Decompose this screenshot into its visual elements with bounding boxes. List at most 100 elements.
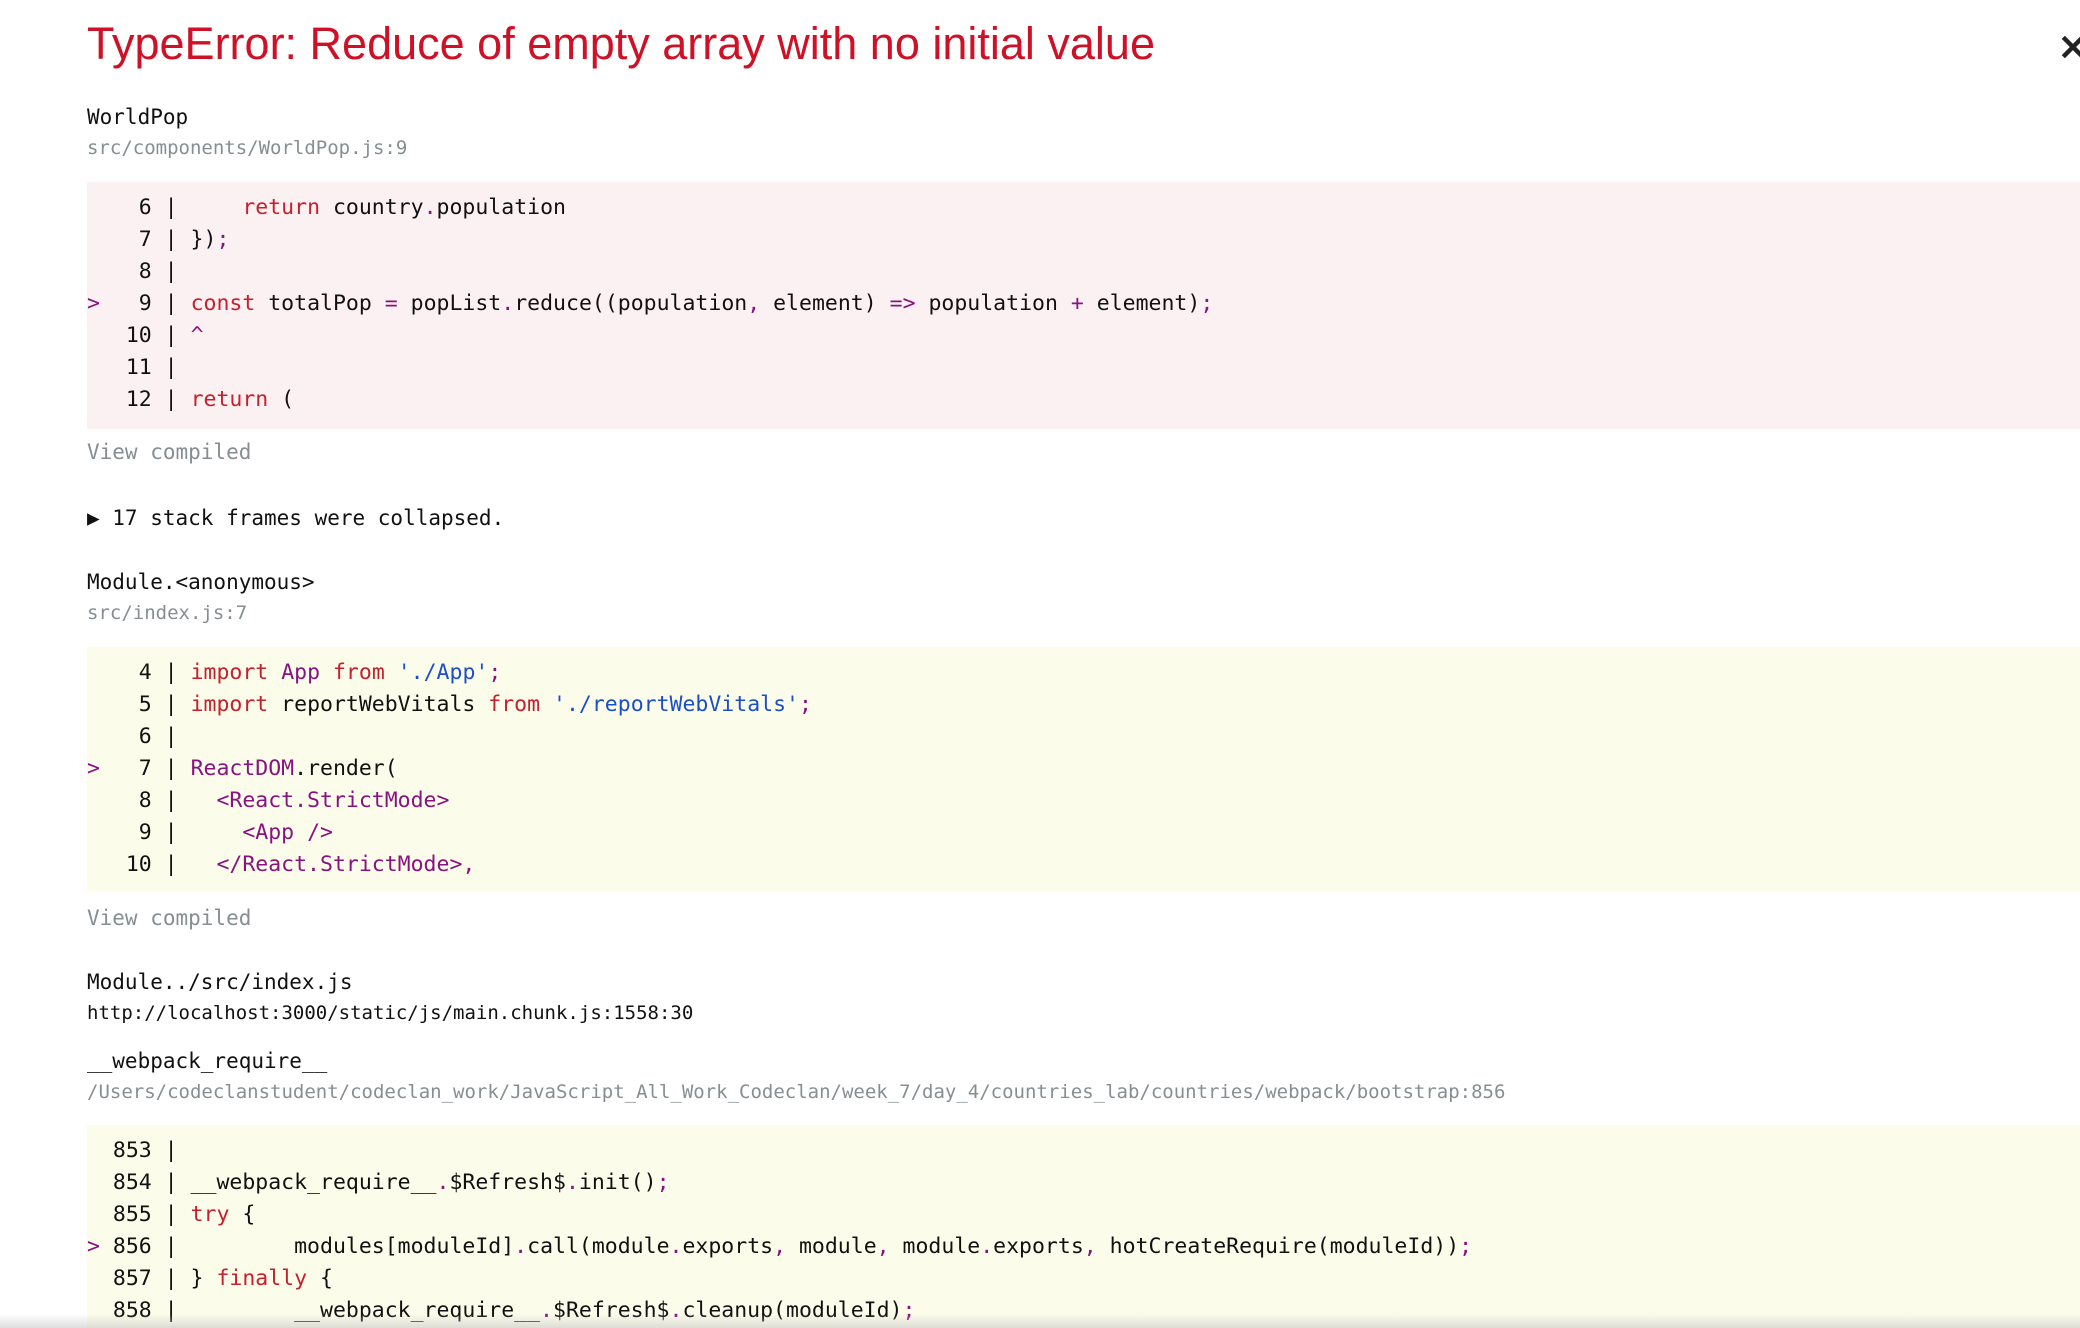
code-token: , (747, 291, 761, 316)
code-token: > (87, 291, 100, 316)
code-token: return (242, 195, 321, 220)
code-token: . (294, 756, 308, 781)
code-line: 11 | (87, 352, 2080, 384)
code-line: 6 | return country.population (87, 192, 2080, 224)
code-token: => (889, 291, 916, 316)
code-token: </React.StrictMode>, (216, 852, 476, 877)
code-token: call(module (527, 1234, 670, 1259)
code-token: module (786, 1234, 877, 1259)
code-token: > (87, 756, 100, 781)
code-token: <App /> (242, 820, 333, 845)
code-token: ; (1459, 1234, 1473, 1259)
code-token: reduce((population (514, 291, 748, 316)
code-token: const (190, 291, 256, 316)
code-line: 10 | ^ (87, 320, 2080, 352)
code-token: popList (397, 291, 502, 316)
code-line: 4 | import App from './App'; (87, 657, 2080, 689)
code-token: ; (798, 692, 812, 717)
code-token: <React.StrictMode> (216, 788, 450, 813)
code-token: ; (656, 1170, 670, 1195)
stack-frame-file-location[interactable]: src/index.js:7 (87, 602, 247, 624)
code-token: population (915, 291, 1071, 316)
code-token: init() (578, 1170, 657, 1195)
code-token: 4 | (87, 660, 191, 685)
code-lines: 853 | 854 | __webpack_require__.$Refresh… (87, 1135, 2080, 1327)
code-token: import (190, 660, 269, 685)
code-token: 8 | (87, 788, 217, 813)
code-snippet-context: 4 | import App from './App'; 5 | import … (87, 647, 2080, 891)
code-line: > 7 | ReactDOM.render( (87, 753, 2080, 785)
code-token: exports (993, 1234, 1084, 1259)
stack-frame-file-location[interactable]: http://localhost:3000/static/js/main.chu… (87, 1002, 693, 1024)
code-token: 6 | (87, 724, 178, 749)
code-token: $Refresh$ (449, 1170, 566, 1195)
error-overlay: TypeError: Reduce of empty array with no… (0, 0, 2080, 1328)
code-token: ; (1200, 291, 1214, 316)
code-line: 855 | try { (87, 1199, 2080, 1231)
code-token: country (320, 195, 424, 220)
code-line: 5 | import reportWebVitals from './repor… (87, 689, 2080, 721)
code-token: ; (216, 227, 230, 252)
code-token: from (488, 692, 541, 717)
code-token: element) (1083, 291, 1201, 316)
code-token: finally (216, 1266, 308, 1291)
stack-frame-file-location[interactable]: /Users/codeclanstudent/codeclan_work/Jav… (87, 1081, 1505, 1103)
code-line: > 856 | modules[moduleId].call(module.ex… (87, 1231, 2080, 1263)
code-token: 10 | (87, 852, 217, 877)
code-lines: 4 | import App from './App'; 5 | import … (87, 657, 2080, 881)
code-token: > (87, 1234, 100, 1259)
code-token: 9 | (87, 820, 243, 845)
code-token: . (980, 1234, 994, 1259)
code-token: 7 | (99, 756, 191, 781)
code-token: ReactDOM (190, 756, 295, 781)
code-line: 10 | </React.StrictMode>, (87, 849, 2080, 881)
view-compiled-link[interactable]: View compiled (87, 906, 251, 930)
code-token: { (229, 1202, 256, 1227)
stack-frame-file-location[interactable]: src/components/WorldPop.js:9 (87, 137, 407, 159)
code-token: 7 | }) (87, 227, 217, 252)
code-line: 12 | return ( (87, 384, 2080, 416)
code-token: return (190, 387, 269, 412)
code-token: . (669, 1234, 683, 1259)
code-token: ; (488, 660, 502, 685)
code-token: 12 | (87, 387, 191, 412)
close-icon[interactable]: × (2057, 26, 2080, 66)
code-lines: 6 | return country.population 7 | }); 8 … (87, 192, 2080, 416)
code-token: ^ (190, 323, 204, 348)
code-token: 853 | (87, 1138, 178, 1163)
code-token: 5 | (87, 692, 191, 717)
code-token: , (876, 1234, 890, 1259)
code-token: { (307, 1266, 333, 1291)
code-token: 854 | __webpack_require__ (87, 1170, 437, 1195)
view-compiled-link[interactable]: View compiled (87, 440, 251, 464)
stack-frame-function-name: WorldPop (87, 105, 189, 129)
code-token: . (436, 1170, 450, 1195)
code-token: exports (682, 1234, 774, 1259)
code-token: './App' (397, 660, 489, 685)
code-token: from (332, 660, 385, 685)
code-line: 854 | __webpack_require__.$Refresh$.init… (87, 1167, 2080, 1199)
code-token: 9 | (99, 291, 191, 316)
code-line: 8 | (87, 256, 2080, 288)
code-line: 9 | <App /> (87, 817, 2080, 849)
code-token: . (423, 195, 437, 220)
code-token: './reportWebVitals' (553, 692, 799, 717)
code-line: 857 | } finally { (87, 1263, 2080, 1295)
code-token: + (1070, 291, 1084, 316)
code-line: 8 | <React.StrictMode> (87, 785, 2080, 817)
stack-frame-function-name: Module.<anonymous> (87, 570, 315, 594)
code-token: render( (307, 756, 398, 781)
code-token: 8 | (87, 259, 178, 284)
error-title: TypeError: Reduce of empty array with no… (87, 18, 1155, 69)
code-token: population (436, 195, 566, 220)
code-token: 855 | (87, 1202, 191, 1227)
code-line: 7 | }); (87, 224, 2080, 256)
code-token: element) (760, 291, 890, 316)
code-token: hotCreateRequire(moduleId)) (1096, 1234, 1460, 1259)
collapsed-frames-toggle[interactable]: ▶ 17 stack frames were collapsed. (87, 506, 504, 530)
code-token: 857 | } (87, 1266, 217, 1291)
code-token: . (565, 1170, 579, 1195)
code-token: reportWebVitals (268, 692, 489, 717)
